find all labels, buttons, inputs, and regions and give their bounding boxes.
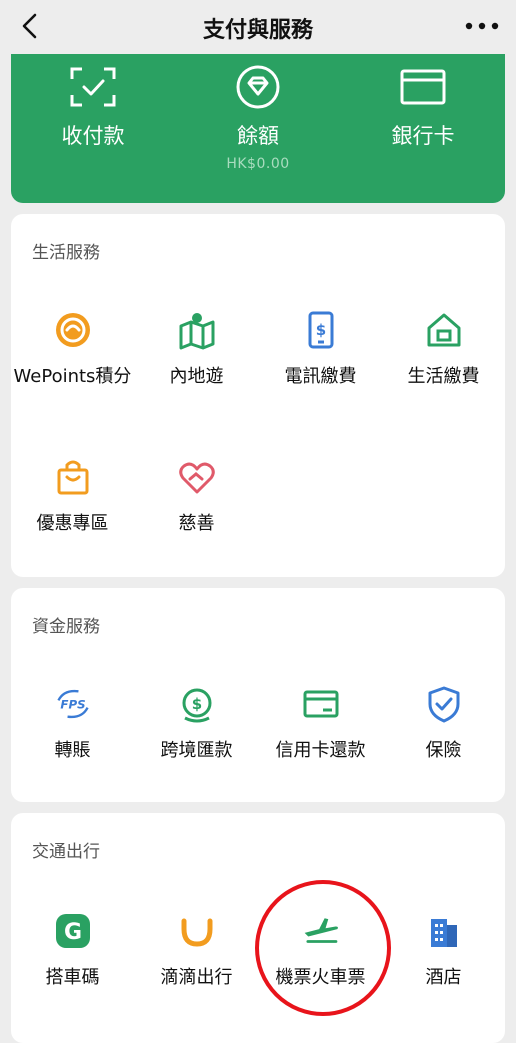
svg-text:G: G	[63, 920, 81, 945]
gift-bag-icon	[53, 457, 93, 497]
charity-heart-icon	[177, 457, 217, 497]
svg-text:$: $	[315, 321, 325, 339]
credit-card-repay-icon	[301, 684, 341, 724]
diamond-icon	[233, 62, 283, 112]
bank-card-button[interactable]: 銀行卡	[343, 62, 503, 182]
tile-utility-bill[interactable]: 生活繳費	[382, 310, 505, 410]
page-title: 支付與服務	[202, 18, 313, 43]
more-button[interactable]	[462, 10, 502, 42]
tile-wepoints[interactable]: WePoints積分	[11, 310, 134, 410]
svg-text:FPS: FPS	[60, 698, 85, 712]
didi-icon	[177, 911, 217, 951]
card-icon	[398, 62, 448, 112]
section-title: 資金服務	[32, 617, 100, 637]
section-title: 生活服務	[32, 243, 100, 263]
plane-train-icon	[301, 911, 341, 951]
tile-offers[interactable]: 優惠專區	[11, 457, 134, 557]
utility-bill-icon	[424, 310, 464, 350]
balance-amount: HK$0.00	[226, 156, 290, 172]
scan-check-icon	[68, 62, 118, 112]
insurance-shield-icon	[424, 684, 464, 724]
section-finance-services: 資金服務 FPS 轉賬 $ 跨境匯款 信用卡還款 保險	[11, 588, 505, 802]
tile-cross-border-remittance[interactable]: $ 跨境匯款	[135, 684, 258, 784]
tile-ride-code[interactable]: G 搭車碼	[11, 911, 134, 1011]
wallet-card: 收付款 餘額 HK$0.00 銀行卡	[11, 54, 505, 203]
hotel-icon	[424, 911, 464, 951]
section-title: 交通出行	[32, 842, 100, 862]
tile-insurance[interactable]: 保險	[382, 684, 505, 784]
mainland-travel-icon	[177, 310, 217, 350]
svg-text:$: $	[191, 695, 201, 713]
collect-pay-button[interactable]: 收付款	[13, 62, 173, 182]
tile-didi[interactable]: 滴滴出行	[135, 911, 258, 1011]
remittance-icon: $	[177, 684, 217, 724]
tile-transfer[interactable]: FPS 轉賬	[11, 684, 134, 784]
tile-credit-card-repayment[interactable]: 信用卡還款	[259, 684, 382, 784]
ride-code-icon: G	[53, 911, 93, 951]
more-dots-icon	[465, 22, 499, 30]
tile-mainland-travel[interactable]: 內地遊	[135, 310, 258, 410]
tile-air-train-tickets[interactable]: 機票火車票	[259, 911, 382, 1011]
nav-bar: 支付與服務	[0, 0, 516, 52]
wepoints-icon	[53, 310, 93, 350]
telecom-bill-icon: $	[301, 310, 341, 350]
tile-telecom-bill[interactable]: $ 電訊繳費	[259, 310, 382, 410]
tile-charity[interactable]: 慈善	[135, 457, 258, 557]
section-transport: 交通出行 G 搭車碼 滴滴出行 機票火車票 酒店	[11, 813, 505, 1043]
balance-button[interactable]: 餘額 HK$0.00	[178, 62, 338, 182]
fps-icon: FPS	[53, 684, 93, 724]
tile-hotel[interactable]: 酒店	[382, 911, 505, 1011]
section-life-services: 生活服務 WePoints積分 內地遊 $ 電訊繳費 生活繳費 優惠專區 慈善	[11, 214, 505, 577]
